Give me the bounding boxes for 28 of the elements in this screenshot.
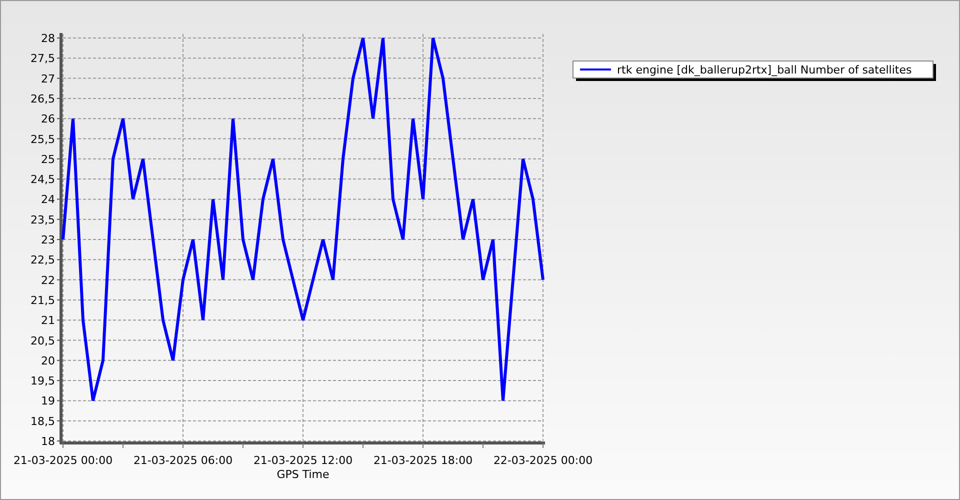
axis-label: 24,5: [30, 173, 55, 186]
axis-label: 19: [41, 394, 55, 408]
axis-label: 23: [41, 234, 55, 246]
axis-label: 20,5: [30, 334, 55, 348]
axis-title: GPS Time: [276, 468, 330, 481]
axis-label: 26,5: [30, 92, 55, 106]
axis-label: 19,5: [30, 374, 55, 388]
axis-label: 21-03-2025 12:00: [253, 454, 353, 467]
axis-label: 21-03-2025 06:00: [133, 454, 233, 467]
axis-label: 18,5: [30, 414, 55, 428]
axis-label: 20: [41, 354, 55, 368]
axis-label: 25: [41, 152, 55, 166]
axis-label: 21-03-2025 00:00: [13, 454, 113, 467]
axis-label: 21,5: [30, 294, 55, 307]
axis-label: 18: [41, 435, 55, 448]
axis-label: 22,5: [30, 254, 55, 267]
axis-label: 23,5: [30, 213, 55, 226]
axis-label: 26: [41, 112, 55, 126]
axis-label: 22-03-2025 00:00: [493, 454, 593, 467]
legend-label: rtk engine [dk_ballerup2rtx]_ball Number of satellites: [617, 64, 912, 76]
axis-label: 25,5: [30, 132, 55, 146]
axis-label: 28: [41, 32, 55, 45]
axis-label: 27,5: [30, 52, 55, 66]
axis-label: 27: [41, 72, 55, 86]
axis-label: 21-03-2025 18:00: [373, 454, 473, 467]
axis-label: 21: [41, 314, 55, 328]
axis-label: 24: [41, 193, 55, 206]
axis-label: 22: [41, 274, 55, 287]
